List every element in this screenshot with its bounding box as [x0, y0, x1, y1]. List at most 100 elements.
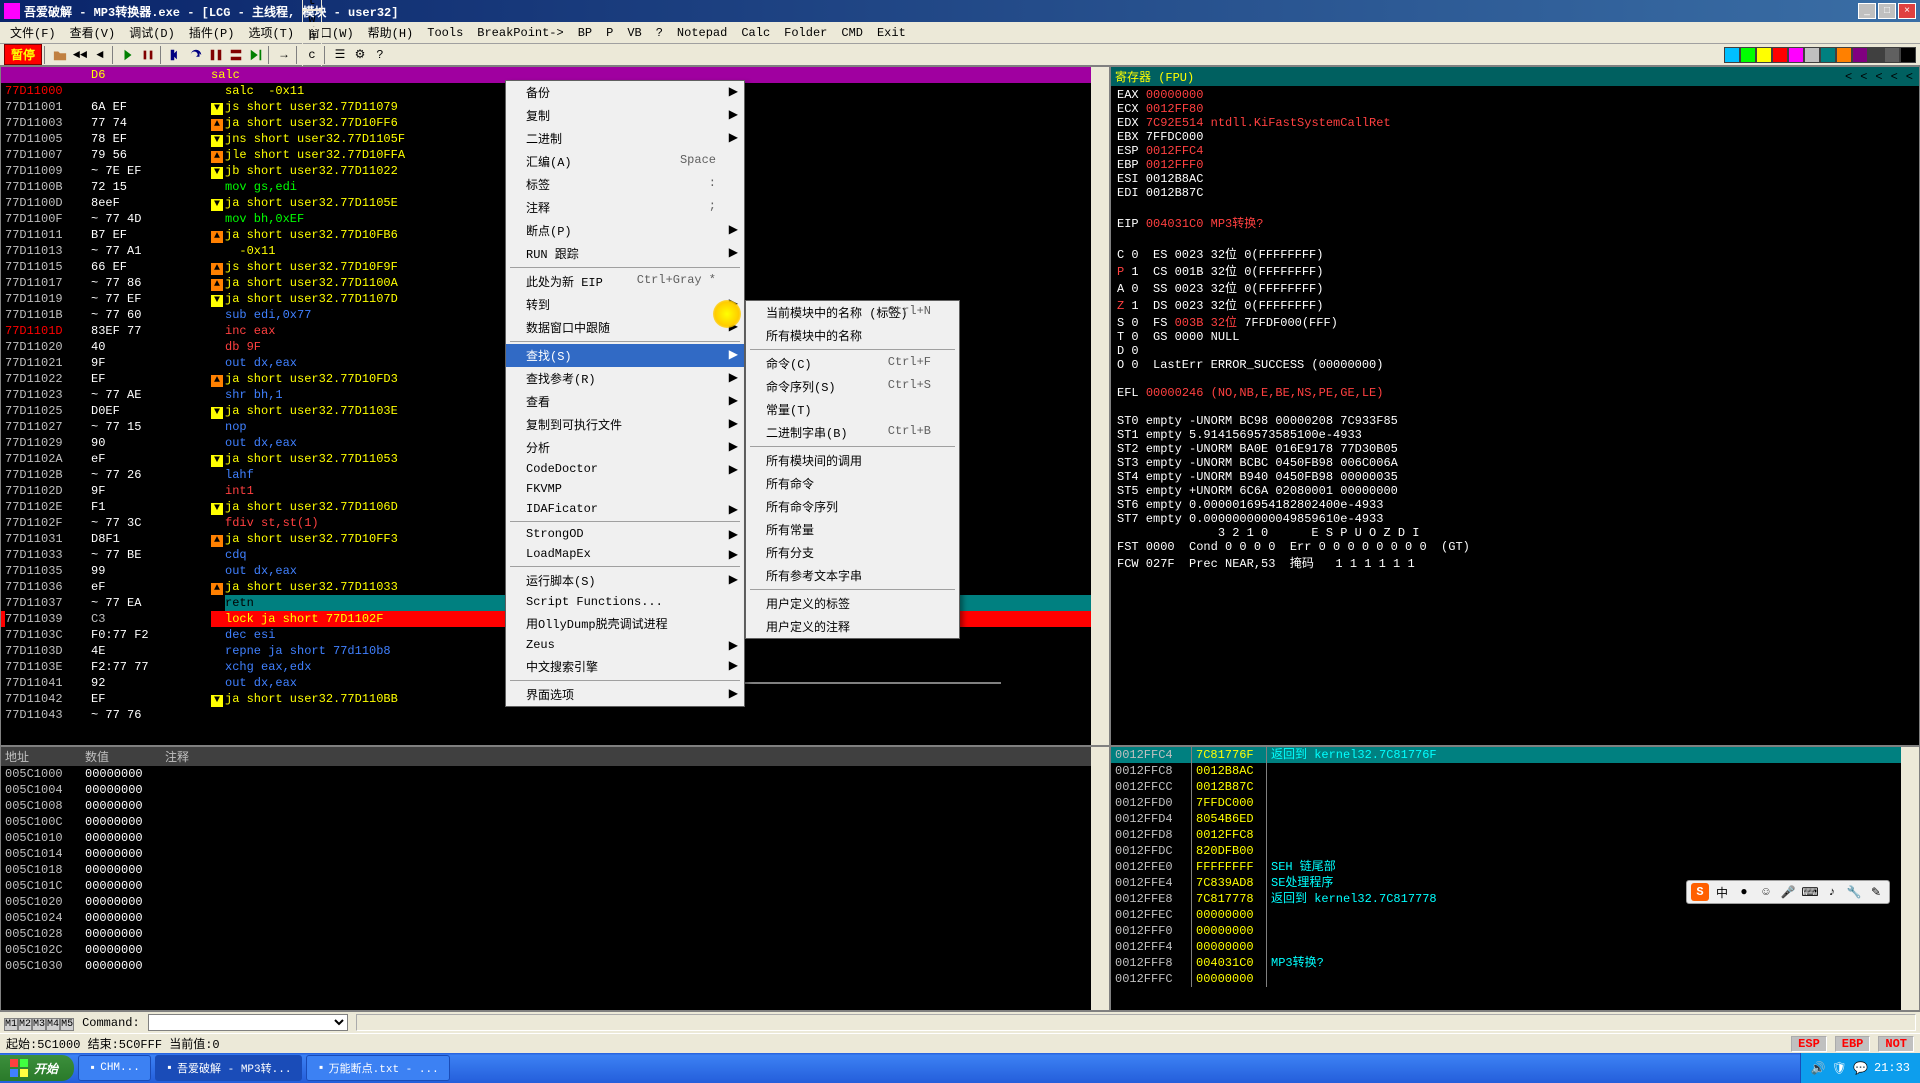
stack-row[interactable]: 0012FFC47C81776F返回到 kernel32.7C81776F: [1111, 747, 1919, 763]
color-button[interactable]: [1836, 47, 1852, 63]
color-button[interactable]: [1724, 47, 1740, 63]
color-button[interactable]: [1772, 47, 1788, 63]
reg-nav-left5[interactable]: <: [1904, 70, 1915, 84]
menu-item[interactable]: 查看(V): [64, 22, 122, 43]
reg-nav-left4[interactable]: <: [1889, 70, 1900, 84]
stepinto-icon[interactable]: [166, 46, 186, 64]
register-line[interactable]: [1117, 400, 1913, 414]
register-line[interactable]: [1117, 200, 1913, 214]
color-button[interactable]: [1852, 47, 1868, 63]
context-menu-item[interactable]: 复制到可执行文件▶: [506, 413, 744, 436]
context-menu-item[interactable]: 中文搜索引擎▶: [506, 655, 744, 678]
register-line[interactable]: A 0 SS 0023 32位 0(FFFFFFFF): [1117, 279, 1913, 296]
context-menu-item[interactable]: 所有模块中的名称: [746, 324, 959, 347]
minimize-button[interactable]: _: [1858, 3, 1876, 19]
color-button[interactable]: [1804, 47, 1820, 63]
reg-nav-left3[interactable]: <: [1873, 70, 1884, 84]
register-line[interactable]: EAX 00000000: [1117, 88, 1913, 102]
dump-row[interactable]: 005C101000000000: [1, 830, 1109, 846]
dump-row[interactable]: 005C102000000000: [1, 894, 1109, 910]
context-menu-main[interactable]: 备份▶复制▶二进制▶汇编(A)Space标签:注释;断点(P)▶RUN 跟踪▶此…: [505, 80, 745, 707]
color-button[interactable]: [1788, 47, 1804, 63]
register-line[interactable]: [1117, 372, 1913, 386]
goto-icon[interactable]: →: [274, 46, 294, 64]
stack-pane[interactable]: 0012FFC47C81776F返回到 kernel32.7C81776F 001…: [1110, 746, 1920, 1011]
color-button[interactable]: [1868, 47, 1884, 63]
register-line[interactable]: FST 0000 Cond 0 0 0 0 Err 0 0 0 0 0 0 0 …: [1117, 540, 1913, 554]
register-line[interactable]: EIP 004031C0 MP3转换?: [1117, 214, 1913, 231]
window-letter-button[interactable]: c: [302, 46, 322, 64]
register-line[interactable]: ST6 empty 0.0000016954182802400e-4933: [1117, 498, 1913, 512]
memory-slot-button[interactable]: M5: [60, 1018, 74, 1031]
register-line[interactable]: ECX 0012FF80: [1117, 102, 1913, 116]
context-menu-item[interactable]: 所有常量: [746, 518, 959, 541]
context-menu-item[interactable]: 用户定义的注释: [746, 615, 959, 638]
color-button[interactable]: [1756, 47, 1772, 63]
ime-button[interactable]: ⌨: [1801, 883, 1819, 901]
context-menu-item[interactable]: 二进制字串(B)Ctrl+B: [746, 421, 959, 444]
menu-item[interactable]: 文件(F): [4, 22, 62, 43]
context-menu-item[interactable]: 注释;: [506, 196, 744, 219]
menu-item[interactable]: Tools: [421, 24, 469, 42]
maximize-button[interactable]: □: [1878, 3, 1896, 19]
context-menu-item[interactable]: 命令(C)Ctrl+F: [746, 352, 959, 375]
context-menu-item[interactable]: 所有命令: [746, 472, 959, 495]
menu-item[interactable]: 选项(T): [242, 22, 300, 43]
color-button[interactable]: [1884, 47, 1900, 63]
stack-row[interactable]: 0012FFCC0012B87C: [1111, 779, 1919, 795]
tray-clock[interactable]: 21:33: [1874, 1061, 1910, 1075]
pause-icon[interactable]: [138, 46, 158, 64]
context-menu-item[interactable]: 用户定义的标签: [746, 592, 959, 615]
command-input[interactable]: [148, 1014, 348, 1031]
register-line[interactable]: EFL 00000246 (NO,NB,E,BE,NS,PE,GE,LE): [1117, 386, 1913, 400]
register-line[interactable]: ST3 empty -UNORM BCBC 0450FB98 006C006A: [1117, 456, 1913, 470]
context-menu-item[interactable]: 此处为新 EIPCtrl+Gray *: [506, 270, 744, 293]
runto-icon[interactable]: [246, 46, 266, 64]
context-menu-item[interactable]: 命令序列(S)Ctrl+S: [746, 375, 959, 398]
register-line[interactable]: 3 2 1 0 E S P U O Z D I: [1117, 526, 1913, 540]
register-line[interactable]: [1117, 231, 1913, 245]
ime-button[interactable]: ♪: [1823, 883, 1841, 901]
rewind-icon[interactable]: ◄◄: [70, 46, 90, 64]
registers-pane[interactable]: 寄存器 (FPU) < < < < < EAX 00000000ECX 0012…: [1110, 66, 1920, 746]
context-menu-item[interactable]: 运行脚本(S)▶: [506, 569, 744, 592]
color-button[interactable]: [1900, 47, 1916, 63]
context-menu-item[interactable]: 用OllyDump脱壳调试进程: [506, 612, 744, 635]
menu-item[interactable]: Calc: [735, 24, 776, 42]
menu-item[interactable]: ?: [650, 24, 669, 42]
reg-nav-left2[interactable]: <: [1858, 70, 1869, 84]
ime-button[interactable]: ☺: [1757, 883, 1775, 901]
register-line[interactable]: O 0 LastErr ERROR_SUCCESS (00000000): [1117, 358, 1913, 372]
context-menu-item[interactable]: 所有分支: [746, 541, 959, 564]
menu-item[interactable]: BP: [572, 24, 598, 42]
stack-row[interactable]: 0012FFF400000000: [1111, 939, 1919, 955]
cpu-scrollbar[interactable]: [1091, 67, 1109, 745]
register-line[interactable]: P 1 CS 001B 32位 0(FFFFFFFF): [1117, 262, 1913, 279]
register-line[interactable]: EDX 7C92E514 ntdll.KiFastSystemCallRet: [1117, 116, 1913, 130]
stack-row[interactable]: 0012FFFC00000000: [1111, 971, 1919, 987]
settings-icon[interactable]: ⚙: [350, 46, 370, 64]
stack-row[interactable]: 0012FFEC00000000: [1111, 907, 1919, 923]
context-menu-item[interactable]: 所有命令序列: [746, 495, 959, 518]
menu-item[interactable]: Folder: [778, 24, 833, 42]
dump-row[interactable]: 005C102400000000: [1, 910, 1109, 926]
menu-item[interactable]: 调试(D): [123, 22, 181, 43]
dump-row[interactable]: 005C102800000000: [1, 926, 1109, 942]
help-icon[interactable]: ?: [370, 46, 390, 64]
trace-over-icon[interactable]: [226, 46, 246, 64]
hex-dump-pane[interactable]: 地址 数值 注释 005C100000000000005C10040000000…: [0, 746, 1110, 1011]
register-line[interactable]: ESI 0012B8AC: [1117, 172, 1913, 186]
context-submenu-search[interactable]: 当前模块中的名称 (标签)Ctrl+N所有模块中的名称命令(C)Ctrl+F命令…: [745, 300, 960, 639]
tray-icon[interactable]: 💬: [1853, 1061, 1868, 1076]
register-line[interactable]: ST4 empty -UNORM B940 0450FB98 00000035: [1117, 470, 1913, 484]
register-line[interactable]: EBP 0012FFF0: [1117, 158, 1913, 172]
window-letter-button[interactable]: w: [302, 10, 322, 28]
play-back-icon[interactable]: ◄: [90, 46, 110, 64]
context-menu-item[interactable]: CodeDoctor▶: [506, 459, 744, 479]
tray-icon[interactable]: 🛡: [1832, 1061, 1847, 1076]
dump-row[interactable]: 005C100C00000000: [1, 814, 1109, 830]
register-line[interactable]: EBX 7FFDC000: [1117, 130, 1913, 144]
dump-row[interactable]: 005C100800000000: [1, 798, 1109, 814]
start-button[interactable]: 开始: [0, 1055, 74, 1081]
register-line[interactable]: ST5 empty +UNORM 6C6A 02080001 00000000: [1117, 484, 1913, 498]
